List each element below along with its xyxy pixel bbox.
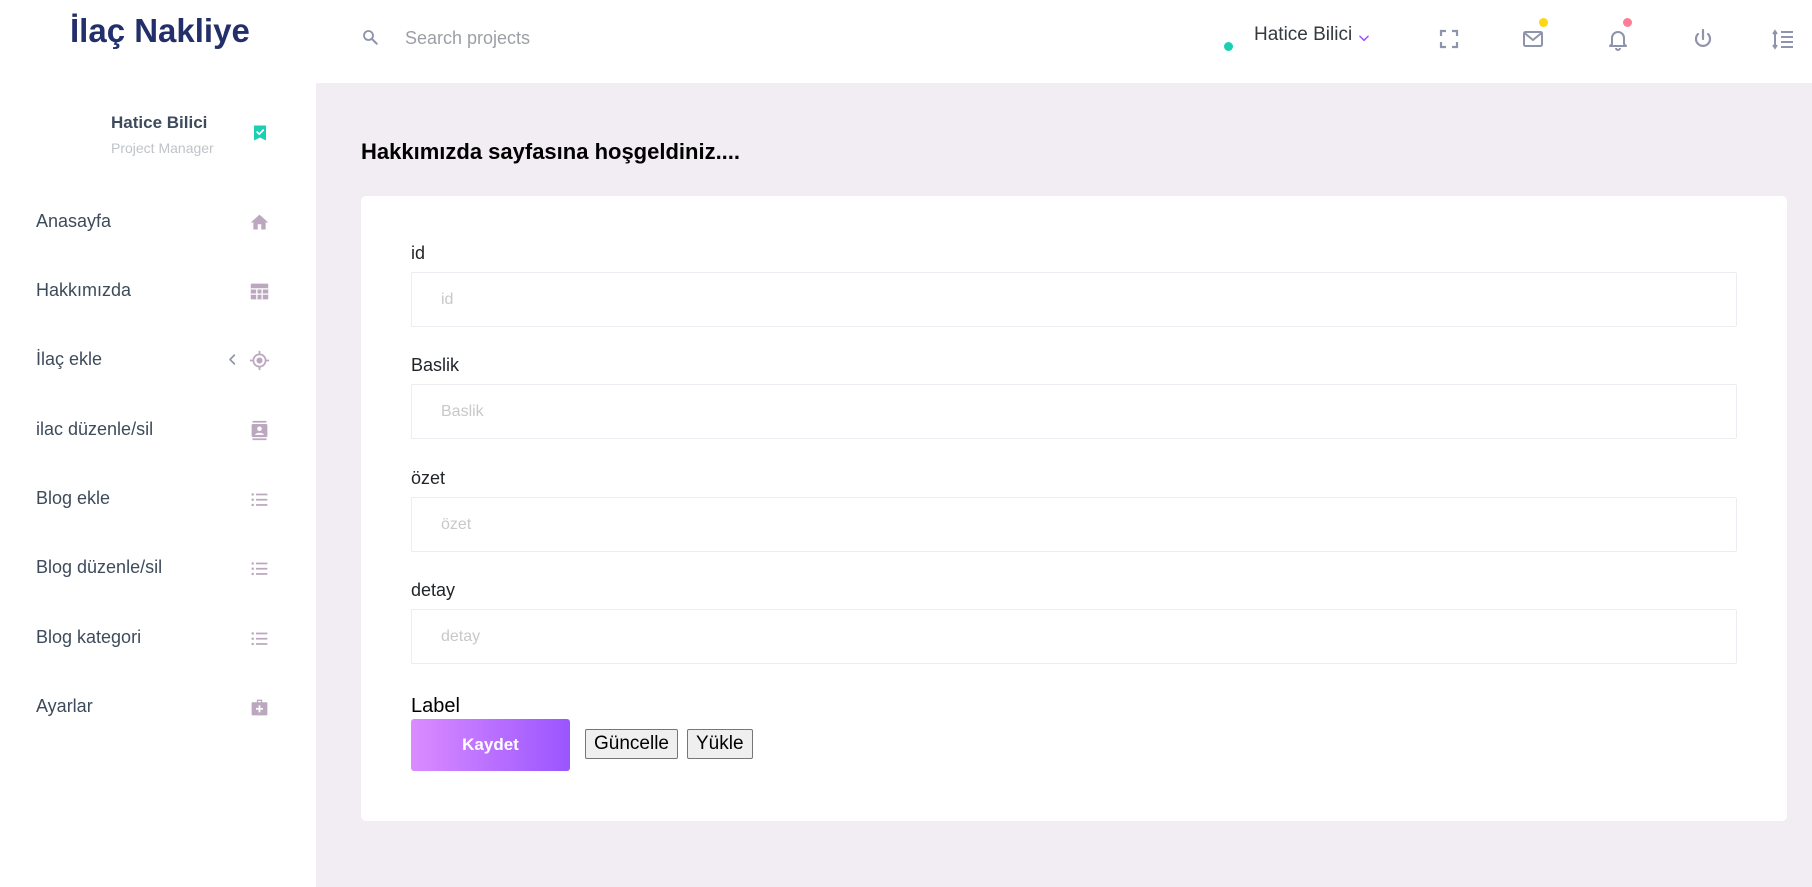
contacts-icon	[251, 420, 268, 441]
ozet-field[interactable]	[411, 497, 1737, 552]
chevron-down-icon[interactable]	[1357, 31, 1371, 45]
bell-icon[interactable]	[1606, 27, 1630, 51]
search-icon	[363, 30, 378, 45]
sidebar-item-blog-ekle[interactable]: Blog ekle	[0, 474, 316, 524]
sidebar-item-label: ilac düzenle/sil	[36, 419, 154, 439]
chevron-left-icon[interactable]	[225, 352, 240, 367]
sidebar-item-anasayfa[interactable]: Anasayfa	[0, 197, 316, 247]
sidebar-item-hakkimizda[interactable]: Hakkımızda	[0, 266, 316, 316]
format-list-bulleted-icon	[251, 493, 268, 507]
online-status-dot	[1224, 42, 1233, 51]
update-button[interactable]: Güncelle	[585, 729, 678, 759]
detay-field[interactable]	[411, 609, 1737, 664]
sidebar-item-label: Blog ekle	[36, 488, 111, 508]
search-input[interactable]	[405, 22, 905, 54]
sidebar-item-blog-kategori[interactable]: Blog kategori	[0, 613, 316, 663]
sidebar-item-ayarlar[interactable]: Ayarlar	[0, 682, 316, 732]
form-card: id Baslik özet detay Label Kaydet Güncel…	[361, 196, 1787, 821]
format-list-bulleted-icon	[251, 562, 268, 576]
sidebar-item-label: İlaç ekle	[36, 349, 103, 369]
home-icon	[250, 214, 269, 230]
ozet-field-label: özet	[411, 468, 446, 488]
sidebar-profile-role: Project Manager	[111, 140, 214, 156]
format-list-bulleted-icon	[251, 632, 268, 646]
menu-icon[interactable]	[1771, 27, 1795, 51]
load-button[interactable]: Yükle	[687, 729, 753, 759]
sidebar: Hatice Bilici Project Manager Anasayfa H…	[0, 83, 316, 887]
profile-dropdown[interactable]: Hatice Bilici	[1254, 24, 1352, 46]
top-navbar: İlaç Nakliye Hatice Bilici	[0, 0, 1812, 83]
sidebar-item-blog-duzenle-sil[interactable]: Blog düzenle/sil	[0, 543, 316, 593]
page-title: Hakkımızda sayfasına hoşgeldiniz....	[361, 139, 741, 164]
table-icon	[250, 283, 269, 300]
sidebar-profile-name[interactable]: Hatice Bilici	[111, 113, 207, 133]
baslik-field[interactable]	[411, 384, 1737, 439]
mail-icon[interactable]	[1521, 27, 1545, 51]
sidebar-item-label: Blog düzenle/sil	[36, 557, 163, 577]
bell-badge	[1623, 18, 1632, 27]
detay-field-label: detay	[411, 580, 456, 600]
sidebar-item-label: Hakkımızda	[36, 280, 132, 300]
bookmark-check-icon	[254, 125, 266, 141]
brand-logo[interactable]: İlaç Nakliye	[70, 12, 250, 50]
extra-label: Label	[411, 695, 460, 717]
sidebar-item-ilac-ekle[interactable]: İlaç ekle	[0, 335, 316, 385]
medical-bag-icon	[251, 699, 268, 716]
sidebar-item-ilac-duzenle-sil[interactable]: ilac düzenle/sil	[0, 405, 316, 455]
sidebar-item-label: Ayarlar	[36, 696, 93, 716]
power-icon[interactable]	[1691, 27, 1715, 51]
id-field[interactable]	[411, 272, 1737, 327]
sidebar-item-label: Blog kategori	[36, 627, 142, 647]
id-field-label: id	[411, 243, 426, 263]
fullscreen-icon[interactable]	[1437, 27, 1461, 51]
crosshairs-gps-icon	[249, 350, 270, 371]
baslik-field-label: Baslik	[411, 355, 460, 375]
save-button[interactable]: Kaydet	[411, 719, 570, 771]
sidebar-item-label: Anasayfa	[36, 211, 112, 231]
mail-badge	[1539, 18, 1548, 27]
